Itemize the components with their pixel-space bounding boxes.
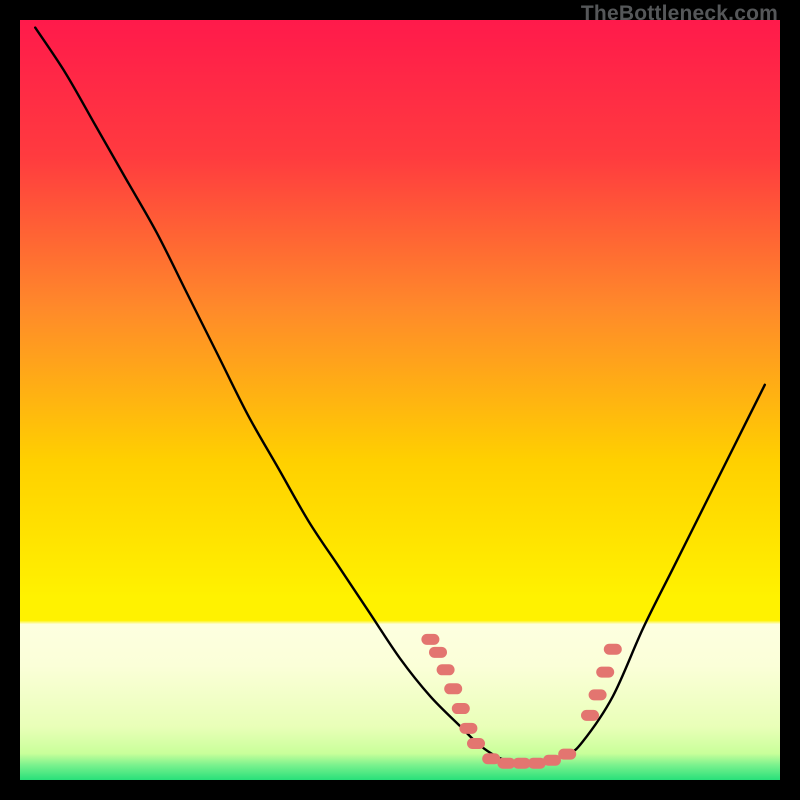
marker-dot	[459, 723, 477, 734]
marker-dot	[558, 749, 576, 760]
marker-dot	[589, 689, 607, 700]
marker-dot	[596, 667, 614, 678]
marker-dot	[421, 634, 439, 645]
marker-dot	[444, 683, 462, 694]
marker-dot	[429, 647, 447, 658]
marker-dot	[467, 738, 485, 749]
marker-dot	[581, 710, 599, 721]
gradient-background	[20, 20, 780, 780]
marker-dot	[543, 755, 561, 766]
marker-dot	[437, 664, 455, 675]
chart-frame	[20, 20, 780, 780]
marker-dot	[452, 703, 470, 714]
bottleneck-chart	[20, 20, 780, 780]
marker-dot	[604, 644, 622, 655]
